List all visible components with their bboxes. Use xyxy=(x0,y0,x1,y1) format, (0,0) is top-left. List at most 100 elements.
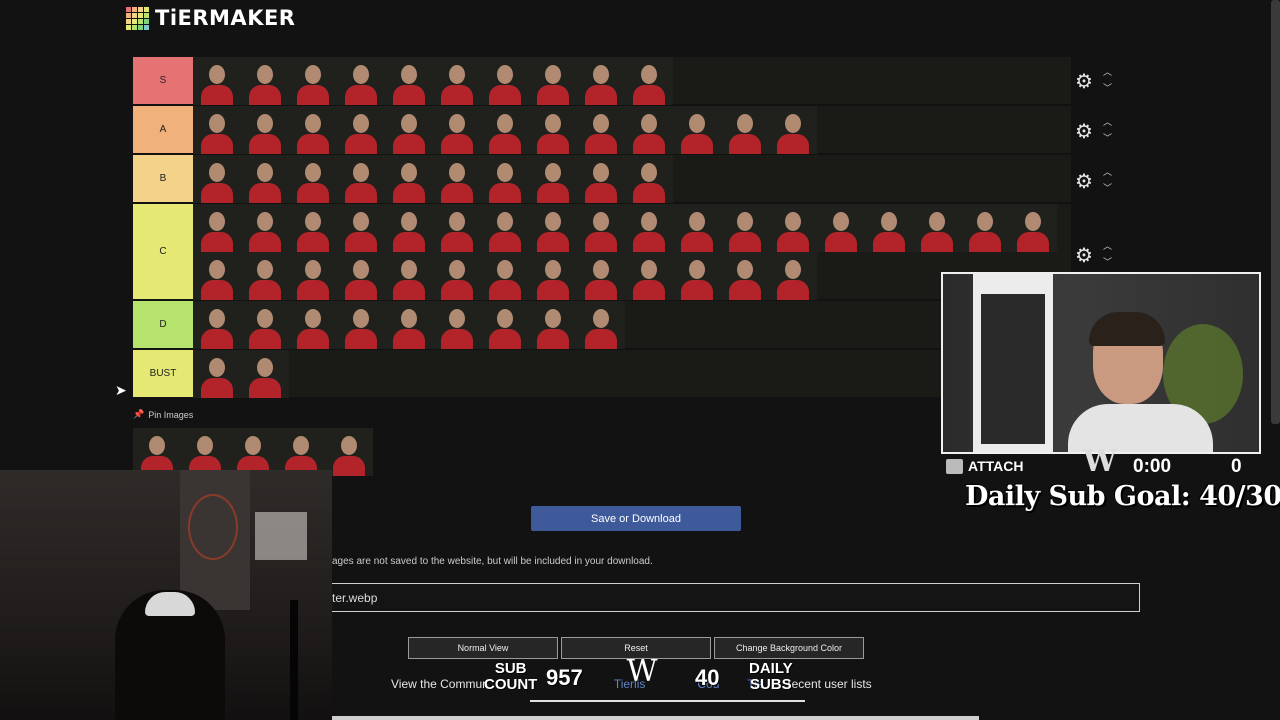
player-thumbnail[interactable] xyxy=(865,204,913,252)
player-thumbnail[interactable] xyxy=(385,252,433,300)
move-up-icon[interactable]: ︿ xyxy=(1103,168,1112,177)
player-thumbnail[interactable] xyxy=(385,155,433,203)
player-thumbnail[interactable] xyxy=(481,252,529,300)
player-thumbnail[interactable] xyxy=(289,57,337,105)
player-thumbnail[interactable] xyxy=(337,204,385,252)
player-thumbnail[interactable] xyxy=(673,106,721,154)
tier-label[interactable]: A xyxy=(133,106,193,153)
gear-icon[interactable]: ⚙ xyxy=(1075,122,1093,142)
player-thumbnail[interactable] xyxy=(133,428,181,476)
player-thumbnail[interactable] xyxy=(529,57,577,105)
player-thumbnail[interactable] xyxy=(229,428,277,476)
player-thumbnail[interactable] xyxy=(193,204,241,252)
player-thumbnail[interactable] xyxy=(241,155,289,203)
player-thumbnail[interactable] xyxy=(289,155,337,203)
player-thumbnail[interactable] xyxy=(817,204,865,252)
tier-label[interactable]: C xyxy=(133,204,193,299)
move-up-icon[interactable]: ︿ xyxy=(1103,68,1112,77)
tier-label[interactable]: D xyxy=(133,301,193,348)
page-scrollbar[interactable] xyxy=(1271,0,1280,424)
player-thumbnail[interactable] xyxy=(673,252,721,300)
player-thumbnail[interactable] xyxy=(337,57,385,105)
move-down-icon[interactable]: ﹀ xyxy=(1103,184,1112,193)
player-thumbnail[interactable] xyxy=(529,204,577,252)
player-thumbnail[interactable] xyxy=(241,350,289,398)
player-thumbnail[interactable] xyxy=(337,252,385,300)
tier-label[interactable]: BUST xyxy=(133,350,193,397)
move-down-icon[interactable]: ﹀ xyxy=(1103,258,1112,267)
player-thumbnail[interactable] xyxy=(625,155,673,203)
player-thumbnail[interactable] xyxy=(529,155,577,203)
player-thumbnail[interactable] xyxy=(289,204,337,252)
player-thumbnail[interactable] xyxy=(193,155,241,203)
player-thumbnail[interactable] xyxy=(481,155,529,203)
tiermaker-logo[interactable]: TiERMAKER xyxy=(126,6,295,30)
player-thumbnail[interactable] xyxy=(529,301,577,349)
player-thumbnail[interactable] xyxy=(913,204,961,252)
move-up-icon[interactable]: ︿ xyxy=(1103,242,1112,251)
player-thumbnail[interactable] xyxy=(193,350,241,398)
player-thumbnail[interactable] xyxy=(481,301,529,349)
player-thumbnail[interactable] xyxy=(721,106,769,154)
player-thumbnail[interactable] xyxy=(529,252,577,300)
player-thumbnail[interactable] xyxy=(241,252,289,300)
player-thumbnail[interactable] xyxy=(577,106,625,154)
player-thumbnail[interactable] xyxy=(433,301,481,349)
player-thumbnail[interactable] xyxy=(433,155,481,203)
player-thumbnail[interactable] xyxy=(337,155,385,203)
player-thumbnail[interactable] xyxy=(721,204,769,252)
tier-label[interactable]: S xyxy=(133,57,193,104)
player-thumbnail[interactable] xyxy=(481,57,529,105)
player-thumbnail[interactable] xyxy=(193,57,241,105)
gear-icon[interactable]: ⚙ xyxy=(1075,172,1093,192)
gear-icon[interactable]: ⚙ xyxy=(1075,246,1093,266)
player-thumbnail[interactable] xyxy=(625,204,673,252)
player-thumbnail[interactable] xyxy=(241,301,289,349)
player-thumbnail[interactable] xyxy=(481,204,529,252)
player-thumbnail[interactable] xyxy=(193,106,241,154)
file-name-field[interactable]: ter.webp xyxy=(332,583,1140,612)
player-thumbnail[interactable] xyxy=(433,204,481,252)
player-thumbnail[interactable] xyxy=(289,252,337,300)
player-thumbnail[interactable] xyxy=(577,57,625,105)
player-thumbnail[interactable] xyxy=(385,57,433,105)
move-down-icon[interactable]: ﹀ xyxy=(1103,134,1112,143)
player-thumbnail[interactable] xyxy=(241,57,289,105)
player-thumbnail[interactable] xyxy=(625,252,673,300)
pin-images-label[interactable]: 📌 Pin Images xyxy=(133,409,193,420)
player-thumbnail[interactable] xyxy=(961,204,1009,252)
player-thumbnail[interactable] xyxy=(325,428,373,476)
player-thumbnail[interactable] xyxy=(769,106,817,154)
player-thumbnail[interactable] xyxy=(433,252,481,300)
player-thumbnail[interactable] xyxy=(337,301,385,349)
player-thumbnail[interactable] xyxy=(433,57,481,105)
player-thumbnail[interactable] xyxy=(181,428,229,476)
player-thumbnail[interactable] xyxy=(529,106,577,154)
player-thumbnail[interactable] xyxy=(193,252,241,300)
player-thumbnail[interactable] xyxy=(433,106,481,154)
player-thumbnail[interactable] xyxy=(337,106,385,154)
player-thumbnail[interactable] xyxy=(577,252,625,300)
player-thumbnail[interactable] xyxy=(289,301,337,349)
move-down-icon[interactable]: ﹀ xyxy=(1103,84,1112,93)
player-thumbnail[interactable] xyxy=(577,204,625,252)
player-thumbnail[interactable] xyxy=(625,57,673,105)
player-thumbnail[interactable] xyxy=(385,301,433,349)
player-thumbnail[interactable] xyxy=(481,106,529,154)
player-thumbnail[interactable] xyxy=(277,428,325,476)
player-thumbnail[interactable] xyxy=(385,106,433,154)
tier-label[interactable]: B xyxy=(133,155,193,202)
player-thumbnail[interactable] xyxy=(625,106,673,154)
save-download-button[interactable]: Save or Download xyxy=(531,506,741,531)
gear-icon[interactable]: ⚙ xyxy=(1075,72,1093,92)
move-up-icon[interactable]: ︿ xyxy=(1103,118,1112,127)
player-thumbnail[interactable] xyxy=(241,106,289,154)
player-thumbnail[interactable] xyxy=(577,155,625,203)
player-thumbnail[interactable] xyxy=(673,204,721,252)
player-thumbnail[interactable] xyxy=(289,106,337,154)
player-thumbnail[interactable] xyxy=(241,204,289,252)
player-thumbnail[interactable] xyxy=(769,204,817,252)
player-thumbnail[interactable] xyxy=(193,301,241,349)
player-thumbnail[interactable] xyxy=(769,252,817,300)
player-thumbnail[interactable] xyxy=(1009,204,1057,252)
